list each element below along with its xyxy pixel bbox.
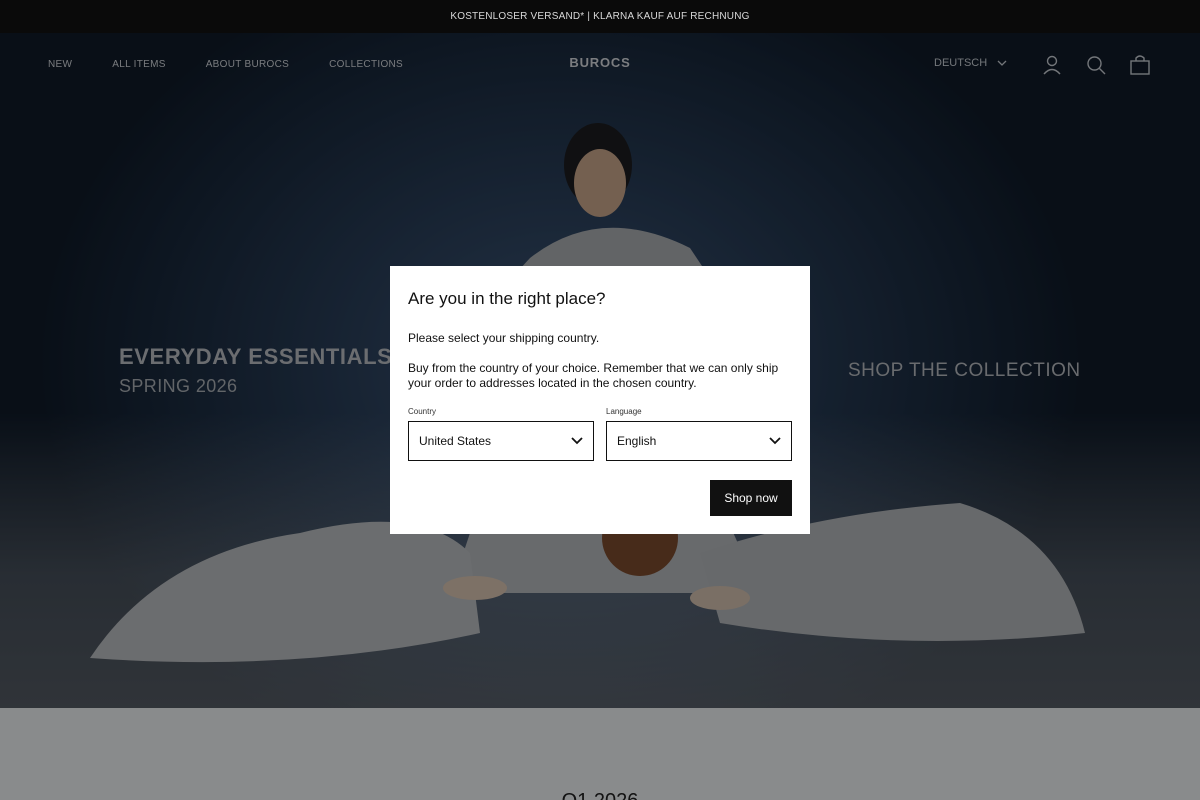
country-selector-modal: Are you in the right place? Please selec… [390,266,810,534]
language-label: Language [606,407,642,416]
modal-prompt: Please select your shipping country. [408,331,600,345]
chevron-down-icon [571,437,583,445]
modal-title: Are you in the right place? [408,289,606,308]
language-field: Language English [606,407,792,461]
country-value: United States [419,434,492,448]
shop-now-button[interactable]: Shop now [710,480,792,516]
country-select[interactable]: United States [408,421,594,461]
chevron-down-icon [769,437,781,445]
country-label: Country [408,407,437,416]
announcement-bar: KOSTENLOSER VERSAND* | KLARNA KAUF AUF R… [0,0,1200,33]
language-value: English [617,434,657,448]
modal-fields: Country United States Language English [408,407,792,461]
announcement-text: KOSTENLOSER VERSAND* | KLARNA KAUF AUF R… [450,11,750,22]
language-select[interactable]: English [606,421,792,461]
country-field: Country United States [408,407,594,461]
modal-body: Buy from the country of your choice. Rem… [408,361,779,390]
